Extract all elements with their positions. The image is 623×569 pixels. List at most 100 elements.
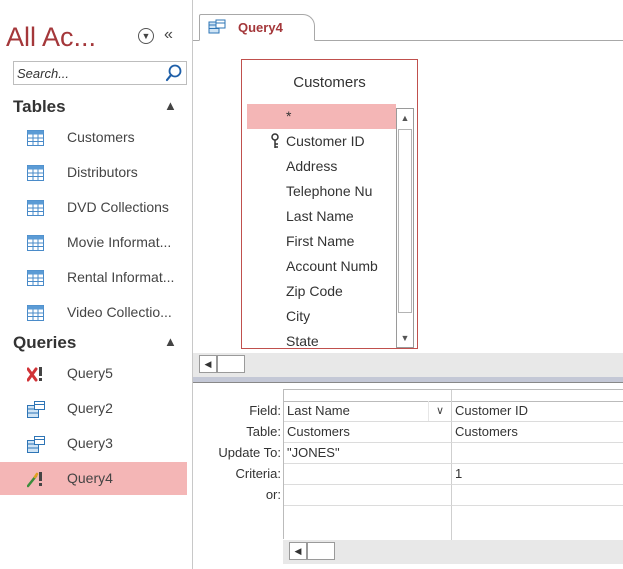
- shutter-bar-collapse-icon[interactable]: «: [164, 26, 173, 44]
- grid-criteria-cell[interactable]: [284, 464, 452, 485]
- document-tab-bar: Query4: [193, 14, 623, 41]
- design-grid-table: Last Name ∨ Customer ID Customers Custom…: [283, 389, 623, 540]
- field-list: * Customer ID Address Telephone Nu Last Name…: [247, 104, 396, 349]
- grid-update-to-cell[interactable]: "JONES": [284, 443, 452, 464]
- nav-item-label: Query5: [67, 365, 113, 381]
- field-list-scrollbar[interactable]: ▲ ▼: [396, 108, 414, 348]
- grid-empty-cell[interactable]: [284, 506, 452, 540]
- navigation-menu-chevron-icon[interactable]: ▼: [138, 28, 154, 44]
- nav-item-video-collectio[interactable]: Video Collectio...: [0, 296, 187, 329]
- scroll-down-arrow-icon[interactable]: ▼: [397, 329, 413, 347]
- table-icon: [27, 200, 44, 216]
- field-name: Telephone Nu: [286, 183, 373, 199]
- grid-horizontal-scrollbar[interactable]: ◀: [283, 540, 623, 564]
- nav-item-rental-informat[interactable]: Rental Informat...: [0, 261, 187, 294]
- nav-item-label: Rental Informat...: [67, 269, 175, 285]
- field-name: First Name: [286, 233, 355, 249]
- field-name: Address: [286, 158, 338, 174]
- field-item-last-name[interactable]: Last Name: [247, 204, 396, 229]
- nav-item-query4[interactable]: Query4: [0, 462, 187, 495]
- cell-value: Last Name: [287, 403, 350, 418]
- nav-item-label: DVD Collections: [67, 199, 169, 215]
- field-list-title: Customers: [293, 74, 366, 91]
- field-item-state[interactable]: State: [247, 329, 396, 349]
- nav-item-distributors[interactable]: Distributors: [0, 156, 187, 189]
- nav-item-query5[interactable]: Query5: [0, 357, 187, 390]
- primary-key-icon: [270, 133, 280, 149]
- row-label-table: Table:: [246, 424, 281, 439]
- navigation-header: All Ac... ▼ «: [6, 20, 191, 56]
- field-name: Customer ID: [286, 133, 365, 149]
- group-label: Queries: [13, 333, 77, 352]
- scrollbar-thumb[interactable]: [307, 542, 335, 560]
- table-icon: [27, 130, 44, 146]
- scroll-up-arrow-icon[interactable]: ▲: [397, 109, 413, 127]
- table-icon: [27, 305, 44, 321]
- search-icon[interactable]: [165, 63, 183, 83]
- nav-item-query3[interactable]: Query3: [0, 427, 187, 460]
- field-item-telephone-nu[interactable]: Telephone Nu: [247, 179, 396, 204]
- tab-query4[interactable]: Query4: [199, 14, 315, 41]
- field-name: Account Numb: [286, 258, 378, 274]
- group-header-tables[interactable]: Tables ▲: [13, 95, 188, 119]
- nav-item-label: Distributors: [67, 164, 138, 180]
- row-label-or: or:: [265, 487, 281, 502]
- nav-item-label: Query3: [67, 435, 113, 451]
- query-design-grid: Field: Table: Update To: Criteria: or: L…: [193, 383, 623, 569]
- field-item-account-numb[interactable]: Account Numb: [247, 254, 396, 279]
- grid-table-cell[interactable]: Customers: [452, 422, 623, 443]
- collapse-chevron-icon[interactable]: ▲: [164, 334, 177, 349]
- nav-item-movie-informat[interactable]: Movie Informat...: [0, 226, 187, 259]
- tab-label: Query4: [238, 20, 283, 35]
- grid-table-cell[interactable]: Customers: [284, 422, 452, 443]
- navigation-pane: All Ac... ▼ « Tables ▲ Customers Distribu…: [0, 0, 193, 569]
- nav-item-customers[interactable]: Customers: [0, 121, 187, 154]
- row-label-criteria: Criteria:: [235, 466, 281, 481]
- nav-item-label: Query4: [67, 470, 113, 486]
- nav-item-label: Query2: [67, 400, 113, 416]
- grid-field-cell[interactable]: Last Name ∨: [284, 401, 452, 422]
- scrollbar-thumb[interactable]: [398, 129, 412, 313]
- table-icon: [27, 165, 44, 181]
- grid-criteria-cell[interactable]: 1: [452, 464, 623, 485]
- table-pane-horizontal-scrollbar[interactable]: ◀: [193, 353, 623, 377]
- nav-item-dvd-collections[interactable]: DVD Collections: [0, 191, 187, 224]
- nav-item-query2[interactable]: Query2: [0, 392, 187, 425]
- delete-query-icon: [26, 366, 44, 382]
- customers-field-list[interactable]: Customers * Customer ID Address Telephone N…: [241, 59, 418, 349]
- field-item-address[interactable]: Address: [247, 154, 396, 179]
- field-item-city[interactable]: City: [247, 304, 396, 329]
- table-icon: [27, 270, 44, 286]
- group-header-queries[interactable]: Queries ▲: [13, 331, 188, 355]
- scroll-left-arrow-icon[interactable]: ◀: [289, 542, 307, 560]
- nav-item-label: Video Collectio...: [67, 304, 172, 320]
- scrollbar-thumb[interactable]: [217, 355, 245, 373]
- field-item-all[interactable]: *: [247, 104, 396, 129]
- field-dropdown-chevron-icon[interactable]: ∨: [428, 401, 451, 421]
- select-query-icon: [27, 436, 45, 453]
- row-label-field: Field:: [249, 403, 281, 418]
- search-input[interactable]: [17, 64, 157, 82]
- query-icon: [208, 19, 226, 37]
- grid-update-to-cell[interactable]: [452, 443, 623, 464]
- collapse-chevron-icon[interactable]: ▲: [164, 98, 177, 113]
- grid-field-cell[interactable]: Customer ID: [452, 401, 623, 422]
- query-table-pane: Customers * Customer ID Address Telephone N…: [193, 41, 623, 377]
- field-item-first-name[interactable]: First Name: [247, 229, 396, 254]
- search-box[interactable]: [13, 61, 187, 85]
- field-name: Last Name: [286, 208, 354, 224]
- field-name: City: [286, 308, 311, 324]
- grid-or-cell[interactable]: [284, 485, 452, 506]
- field-name: Zip Code: [286, 283, 343, 299]
- field-item-customer-id[interactable]: Customer ID: [247, 129, 396, 154]
- table-icon: [27, 235, 44, 251]
- scroll-left-arrow-icon[interactable]: ◀: [199, 355, 217, 373]
- field-name: State: [286, 333, 319, 349]
- grid-empty-cell[interactable]: [452, 506, 623, 540]
- row-label-update-to: Update To:: [218, 445, 281, 460]
- field-name: *: [286, 108, 292, 124]
- nav-item-label: Customers: [67, 129, 135, 145]
- navigation-title[interactable]: All Ac...: [6, 22, 96, 53]
- field-item-zip-code[interactable]: Zip Code: [247, 279, 396, 304]
- grid-or-cell[interactable]: [452, 485, 623, 506]
